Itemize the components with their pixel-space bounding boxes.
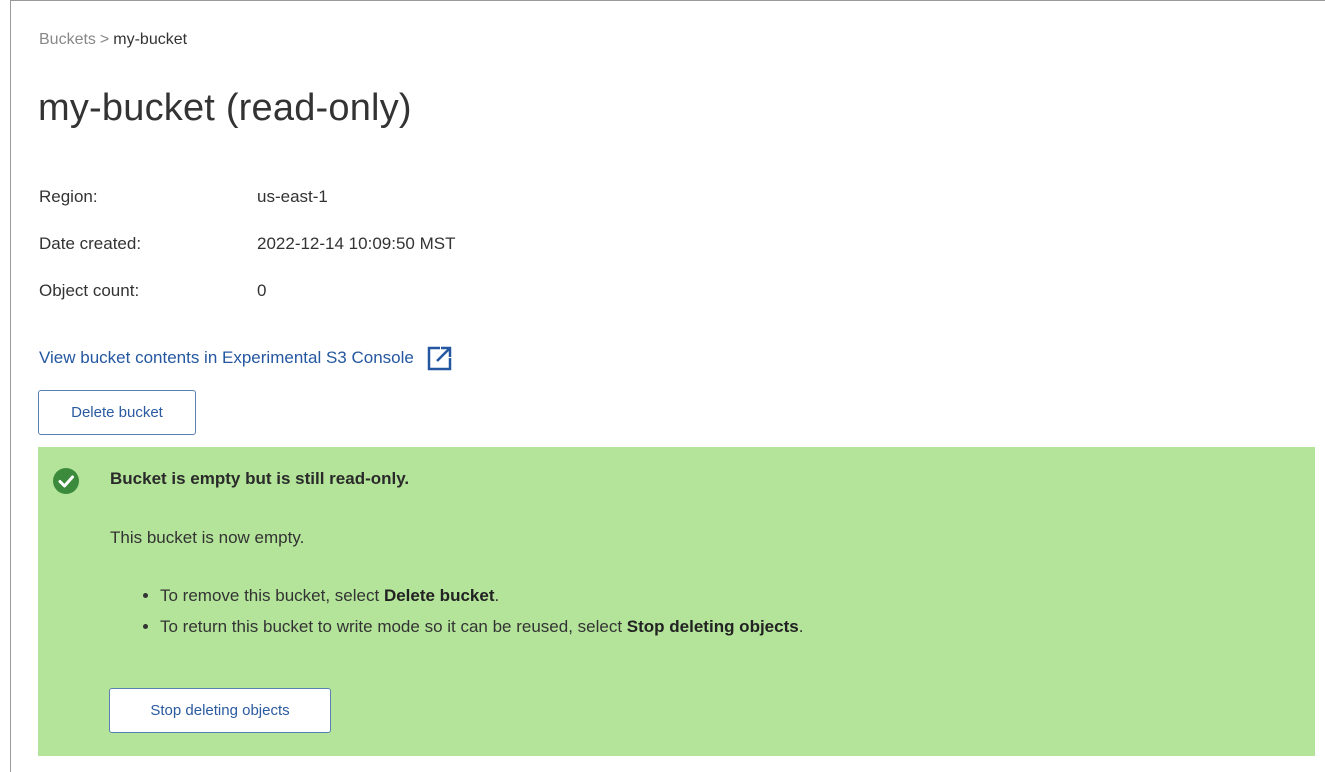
alert-title: Bucket is empty but is still read-only.: [110, 469, 410, 488]
detail-value: 0: [257, 281, 267, 300]
detail-label: Region:: [39, 187, 98, 206]
detail-row-date-created: Date created: 2022-12-14 10:09:50 MST: [39, 234, 455, 281]
detail-value: us-east-1: [257, 187, 328, 206]
detail-label: Date created:: [39, 234, 142, 253]
breadcrumb-current: my-bucket: [113, 31, 188, 48]
page-frame: Buckets > my-bucket my-bucket (read-only…: [10, 0, 1325, 772]
list-item: To return this bucket to write mode so i…: [160, 616, 803, 647]
s3-console-link[interactable]: View bucket contents in Experimental S3 …: [39, 344, 454, 372]
list-item: To remove this bucket, select Delete buc…: [160, 585, 803, 616]
detail-label: Object count:: [39, 281, 140, 300]
breadcrumb-separator: >: [99, 31, 110, 48]
list-item-end: .: [798, 617, 804, 636]
stop-deleting-objects-button[interactable]: Stop deleting objects: [109, 688, 331, 733]
alert-instructions: To remove this bucket, select Delete buc…: [110, 585, 803, 647]
bucket-details: Region: us-east-1 Date created: 2022-12-…: [39, 187, 455, 328]
check-circle-icon: [52, 467, 80, 495]
list-item-end: .: [494, 586, 500, 605]
list-item-emphasis: Delete bucket: [383, 586, 495, 605]
list-item-text: To return this bucket to write mode so i…: [160, 617, 627, 636]
detail-row-object-count: Object count: 0: [39, 281, 455, 328]
breadcrumb-buckets-link[interactable]: Buckets: [39, 31, 96, 49]
detail-value: 2022-12-14 10:09:50 MST: [257, 234, 456, 253]
detail-row-region: Region: us-east-1: [39, 187, 455, 234]
delete-bucket-button[interactable]: Delete bucket: [38, 390, 196, 435]
alert-message: This bucket is now empty.: [110, 528, 305, 547]
s3-console-link-label: View bucket contents in Experimental S3 …: [39, 348, 414, 367]
success-alert: Bucket is empty but is still read-only. …: [38, 447, 1315, 756]
external-link-icon: [426, 344, 454, 372]
list-item-emphasis: Stop deleting objects: [626, 617, 799, 636]
breadcrumb: Buckets > my-bucket: [39, 31, 187, 49]
page-title: my-bucket (read-only): [38, 87, 412, 129]
list-item-text: To remove this bucket, select: [160, 586, 384, 605]
